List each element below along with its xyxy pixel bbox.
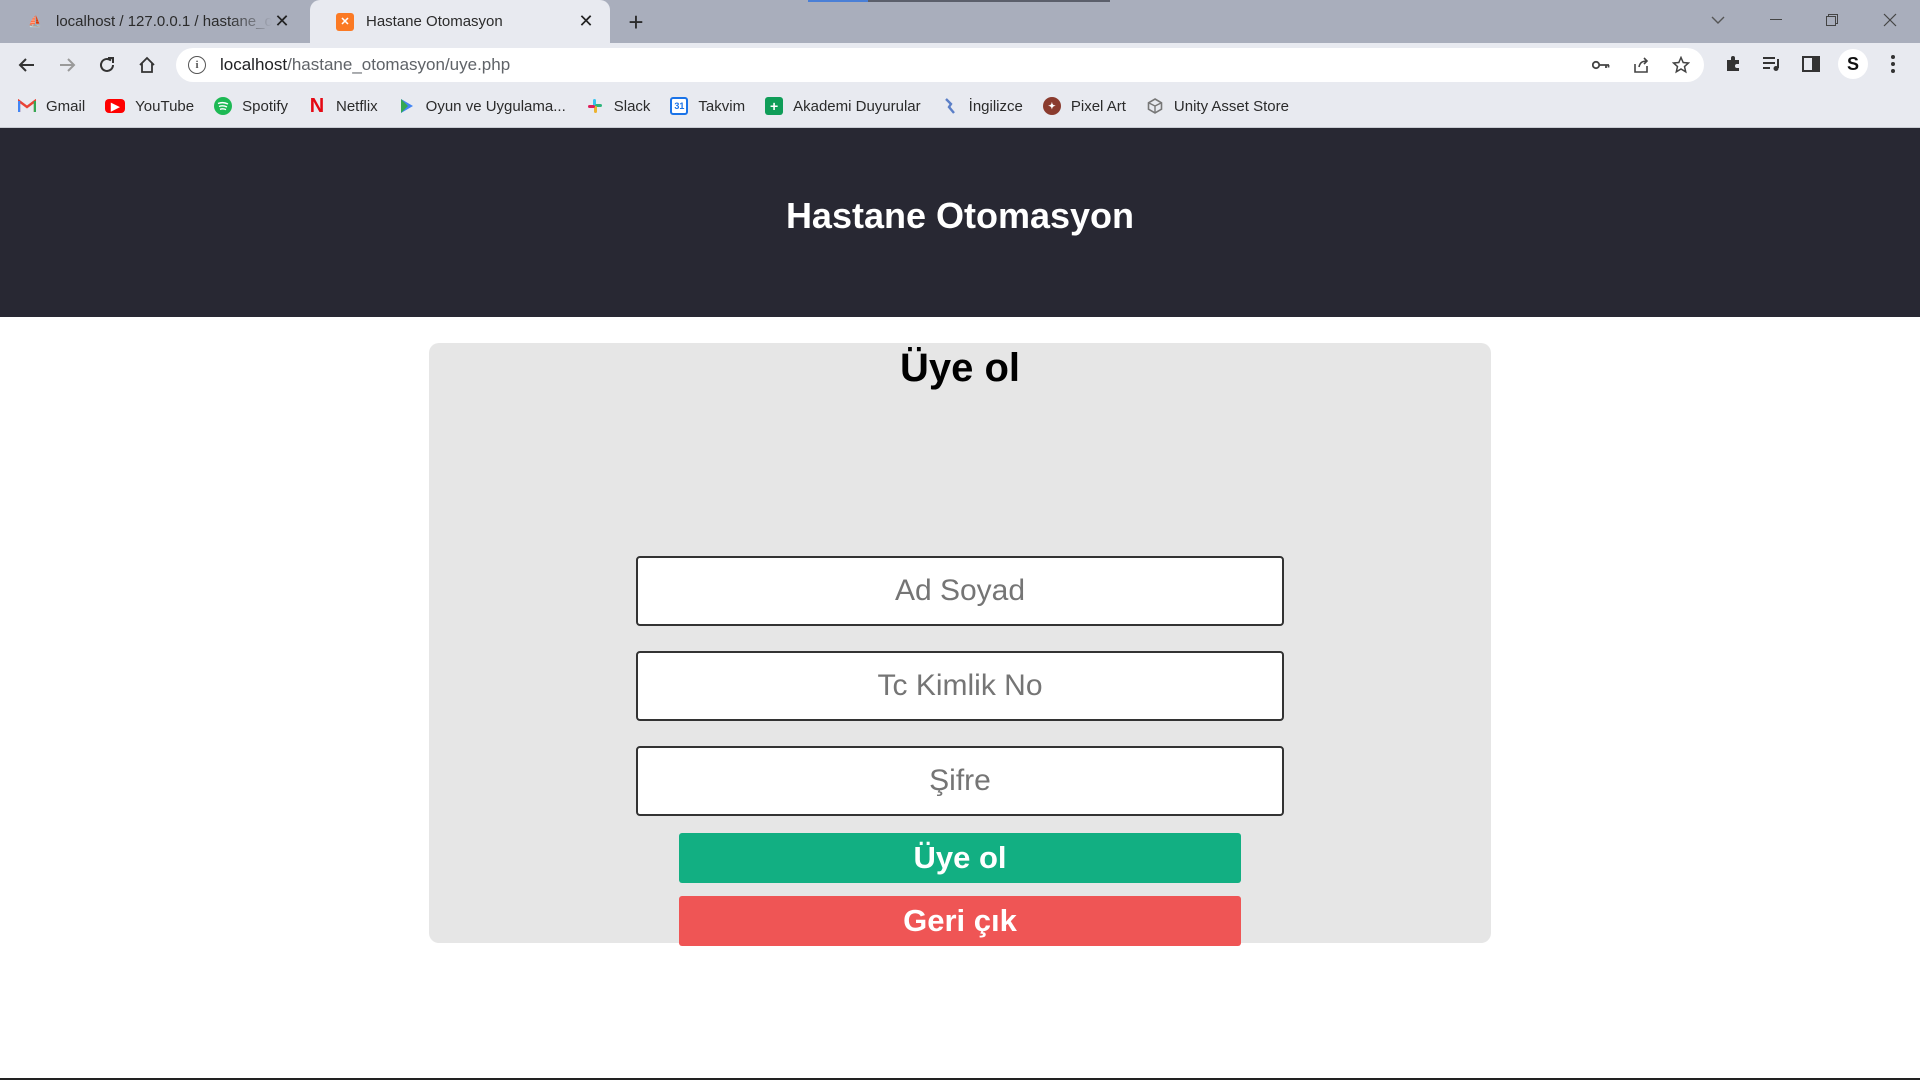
bookmark-slack[interactable]: Slack — [586, 97, 650, 115]
tab-title: Hastane Otomasyon — [366, 13, 503, 30]
tc-kimlik-field[interactable] — [636, 651, 1284, 721]
form-title: Üye ol — [899, 346, 1021, 390]
bookmark-netflix[interactable]: N Netflix — [308, 94, 378, 117]
spotify-icon — [214, 97, 233, 115]
page-viewport: Hastane Otomasyon Üye ol Üye ol Geri çık — [0, 128, 1920, 1080]
bookmark-takvim[interactable]: 31 Takvim — [670, 97, 745, 115]
restore-button[interactable] — [1804, 0, 1860, 40]
gmail-icon — [18, 97, 36, 115]
bookmark-youtube[interactable]: ▶ YouTube — [105, 98, 194, 115]
bookmark-pixel-art[interactable]: ✦ Pixel Art — [1042, 97, 1126, 115]
back-arrow-icon[interactable] — [11, 49, 43, 81]
home-icon[interactable] — [131, 49, 163, 81]
google-calendar-icon: 31 — [670, 97, 689, 115]
google-sheets-icon: + — [765, 97, 784, 115]
share-icon[interactable] — [1628, 52, 1654, 78]
site-title: Hastane Otomasyon — [785, 195, 1135, 236]
back-button[interactable]: Geri çık — [679, 896, 1241, 946]
site-header: Hastane Otomasyon — [0, 128, 1920, 317]
slack-icon — [586, 97, 604, 115]
xampp-icon: ✕ — [336, 12, 354, 31]
netflix-icon: N — [309, 94, 325, 117]
address-url: localhost/hastane_otomasyon/uye.php — [220, 55, 511, 74]
bookmark-unity-asset-store[interactable]: Unity Asset Store — [1146, 97, 1289, 115]
close-icon[interactable]: ✕ — [272, 11, 292, 32]
youtube-icon: ▶ — [105, 99, 126, 113]
browser-toolbar: i localhost/hastane_otomasyon/uye.php S — [0, 43, 1920, 85]
bookmark-star-icon[interactable] — [1668, 52, 1694, 78]
media-playlist-icon[interactable] — [1757, 49, 1787, 79]
tab-strip: ⛵ localhost / 127.0.0.1 / hastane_otomas… — [0, 0, 1920, 43]
extensions-puzzle-icon[interactable] — [1718, 49, 1748, 79]
pixel-art-icon: ✦ — [1042, 97, 1061, 115]
bookmark-icon — [941, 97, 959, 115]
bookmarks-bar: Gmail ▶ YouTube Spotify N Netflix Oyun v… — [0, 85, 1920, 128]
menu-dots-icon[interactable] — [1878, 49, 1908, 79]
bookmark-oyun-ve-uygulama[interactable]: Oyun ve Uygulama... — [398, 97, 566, 115]
side-panel-icon[interactable] — [1796, 49, 1826, 79]
google-play-icon — [398, 97, 416, 115]
close-icon[interactable]: ✕ — [576, 11, 596, 32]
bookmark-akademi-duyurular[interactable]: + Akademi Duyurular — [765, 97, 921, 115]
unity-icon — [1146, 97, 1164, 115]
tab-hastane-otomasyon[interactable]: ✕ Hastane Otomasyon ✕ — [310, 0, 610, 43]
phpmyadmin-icon: ⛵ — [28, 16, 42, 28]
forward-arrow-icon[interactable] — [51, 49, 83, 81]
name-field[interactable] — [636, 556, 1284, 626]
profile-avatar[interactable]: S — [1838, 49, 1868, 79]
reload-icon[interactable] — [91, 49, 123, 81]
signup-button[interactable]: Üye ol — [679, 833, 1241, 883]
tab-search-icon[interactable] — [1690, 0, 1746, 40]
address-bar[interactable]: i localhost/hastane_otomasyon/uye.php — [176, 48, 1704, 82]
site-info-icon[interactable]: i — [188, 56, 206, 74]
signup-form: Üye ol Üye ol Geri çık — [429, 343, 1491, 946]
tab-phpmyadmin[interactable]: ⛵ localhost / 127.0.0.1 / hastane_otomas… — [0, 0, 306, 43]
bookmark-spotify[interactable]: Spotify — [214, 97, 288, 115]
key-icon[interactable] — [1588, 52, 1614, 78]
new-tab-button[interactable]: + — [622, 8, 650, 36]
close-window-button[interactable] — [1862, 0, 1918, 40]
minimize-button[interactable] — [1748, 0, 1804, 40]
bookmark-gmail[interactable]: Gmail — [18, 97, 85, 115]
loading-progress-bar — [808, 0, 1110, 2]
bookmark-ingilizce[interactable]: İngilizce — [941, 97, 1023, 115]
tab-title: localhost / 127.0.0.1 / hastane_otomasyo… — [56, 13, 272, 30]
password-field[interactable] — [636, 746, 1284, 816]
